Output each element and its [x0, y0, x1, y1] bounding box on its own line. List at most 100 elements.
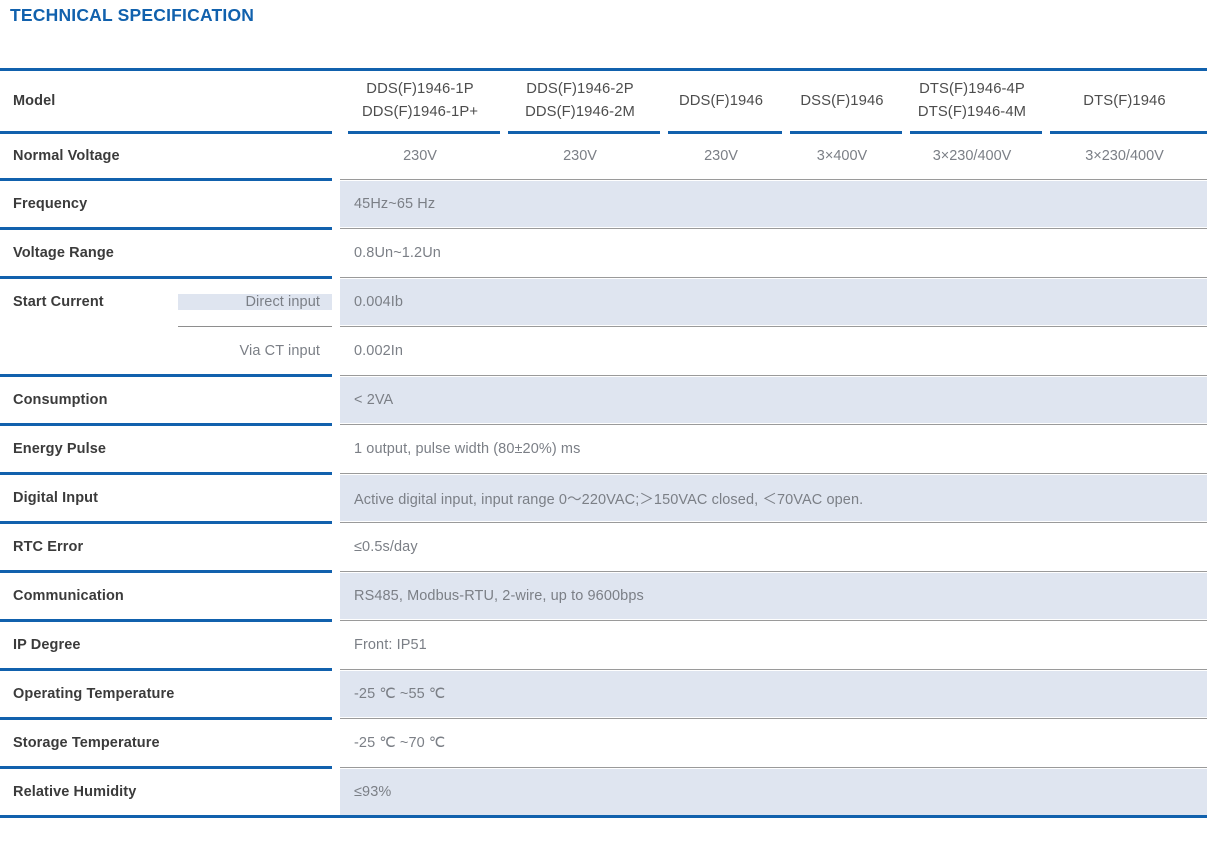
- row-value-operating-temperature: -25 ℃ ~55 ℃: [340, 671, 1207, 717]
- row-label-text: IP Degree: [13, 637, 81, 653]
- row-value-frequency: 45Hz~65 Hz: [340, 181, 1207, 227]
- rule-segment-value: [340, 179, 1207, 180]
- table-row-digital-input: Digital Input Active digital input, inpu…: [0, 475, 1207, 521]
- rule-segment-value: [340, 718, 1207, 719]
- table-row-start-current-ct: Via CT input 0.002In: [0, 328, 1207, 374]
- row-label-storage-temperature: Storage Temperature: [0, 720, 332, 766]
- rule-segment-value: [340, 326, 1207, 327]
- row-label-text: Energy Pulse: [13, 441, 107, 457]
- rule-gap-label-main: [0, 325, 178, 326]
- voltage-column-4: 3×400V: [816, 148, 868, 164]
- page-title: TECHNICAL SPECIFICATION: [10, 5, 255, 25]
- model-column-6: DTS(F)1946: [1042, 71, 1207, 131]
- table-row-communication: Communication RS485, Modbus-RTU, 2-wire,…: [0, 573, 1207, 619]
- voltage-column-5: 3×230/400V: [932, 148, 1012, 164]
- sub-label-direct-input: Direct input: [178, 294, 332, 310]
- row-value-ip-degree: Front: IP51: [354, 637, 427, 653]
- rule-segment-value: [340, 375, 1207, 376]
- model-column-4: DSS(F)1946: [782, 71, 902, 131]
- model-line-1: DTS(F)1946-4P: [919, 81, 1025, 97]
- row-label-start-current: Start Current Direct input: [0, 279, 332, 325]
- model-line-2: DDS(F)1946-1P+: [361, 104, 479, 120]
- model-column-2: DDS(F)1946-2P DDS(F)1946-2M: [500, 71, 660, 131]
- row-label-text: Voltage Range: [13, 245, 114, 261]
- model-line-1: DTS(F)1946: [1083, 92, 1166, 109]
- model-line-2: DTS(F)1946-4M: [917, 104, 1027, 120]
- row-label-text: Frequency: [13, 196, 88, 212]
- table-row-start-current-direct: Start Current Direct input 0.004Ib: [0, 279, 1207, 325]
- row-label-model: Model: [0, 71, 332, 131]
- table-row-relative-humidity: Relative Humidity ≤93%: [0, 769, 1207, 815]
- row-label-rtc-error: RTC Error: [0, 524, 332, 570]
- row-label-text: RTC Error: [13, 539, 84, 555]
- row-label-text: Consumption: [13, 392, 108, 408]
- table-bottom-rule: [0, 815, 1207, 818]
- row-label-digital-input: Digital Input: [0, 475, 332, 521]
- voltage-column-3: 230V: [704, 148, 738, 164]
- voltage-column-2: 230V: [563, 148, 597, 164]
- row-label-energy-pulse: Energy Pulse: [0, 426, 332, 472]
- row-label-text: Operating Temperature: [13, 686, 175, 702]
- row-label-frequency: Frequency: [0, 181, 332, 227]
- row-label-operating-temperature: Operating Temperature: [0, 671, 332, 717]
- model-header-cells: DDS(F)1946-1P DDS(F)1946-1P+ DDS(F)1946-…: [340, 71, 1207, 131]
- rule-segment-value: [340, 473, 1207, 474]
- voltage-column-1: 230V: [403, 148, 437, 164]
- table-row-ip-degree: IP Degree Front: IP51: [0, 622, 1207, 668]
- rule-segment-value: [340, 669, 1207, 670]
- row-label-text: Digital Input: [13, 490, 99, 506]
- rule-segment-value: [340, 571, 1207, 572]
- row-label-start-current-text: Start Current: [0, 294, 178, 310]
- row-label-consumption: Consumption: [0, 377, 332, 423]
- row-value-storage-temperature: -25 ℃ ~70 ℃: [354, 735, 446, 751]
- row-value-relative-humidity: ≤93%: [340, 769, 1207, 815]
- model-column-5: DTS(F)1946-4P DTS(F)1946-4M: [902, 71, 1042, 131]
- row-label-text: Communication: [13, 588, 124, 604]
- row-label-text: Relative Humidity: [13, 784, 137, 800]
- row-label-start-current-continued: Via CT input: [0, 328, 332, 374]
- table-row-voltage-range: Voltage Range 0.8Un~1.2Un: [0, 230, 1207, 276]
- rule-segment-value: [340, 522, 1207, 523]
- row-label-text: Model: [13, 93, 56, 109]
- row-label-ip-degree: IP Degree: [0, 622, 332, 668]
- table-row-storage-temperature: Storage Temperature -25 ℃ ~70 ℃: [0, 720, 1207, 766]
- rule-segment-sub: [178, 326, 332, 327]
- normal-voltage-cells: 230V 230V 230V 3×400V 3×230/400V 3×230/4…: [340, 134, 1207, 178]
- row-label-text: Storage Temperature: [13, 735, 160, 751]
- model-column-3: DDS(F)1946: [660, 71, 782, 131]
- table-row-operating-temperature: Operating Temperature -25 ℃ ~55 ℃: [0, 671, 1207, 717]
- table-row-model-header: Model DDS(F)1946-1P DDS(F)1946-1P+ DDS(F…: [0, 71, 1207, 131]
- rule-segment-value: [340, 767, 1207, 768]
- row-value-energy-pulse: 1 output, pulse width (80±20%) ms: [354, 441, 581, 457]
- rule-segment-value: [340, 424, 1207, 425]
- table-row-consumption: Consumption < 2VA: [0, 377, 1207, 423]
- model-line-1: DDS(F)1946-2P: [526, 81, 634, 97]
- row-label-text: Start Current: [13, 294, 104, 310]
- row-label-text: Normal Voltage: [13, 148, 120, 164]
- table-row-frequency: Frequency 45Hz~65 Hz: [0, 181, 1207, 227]
- table-row-energy-pulse: Energy Pulse 1 output, pulse width (80±2…: [0, 426, 1207, 472]
- table-row-normal-voltage: Normal Voltage 230V 230V 230V 3×400V 3×2…: [0, 134, 1207, 178]
- row-label-voltage-range: Voltage Range: [0, 230, 332, 276]
- row-value-voltage-range: 0.8Un~1.2Un: [354, 245, 441, 261]
- model-line-1: DDS(F)1946: [678, 92, 764, 109]
- voltage-column-6: 3×230/400V: [1085, 148, 1164, 164]
- row-value-start-current-ct: 0.002In: [354, 343, 404, 359]
- model-line-1: DDS(F)1946-1P: [366, 81, 474, 97]
- row-label-normal-voltage: Normal Voltage: [0, 134, 332, 178]
- row-value-rtc-error: ≤0.5s/day: [354, 539, 418, 555]
- technical-specification-table: Model DDS(F)1946-1P DDS(F)1946-1P+ DDS(F…: [0, 68, 1207, 818]
- row-label-communication: Communication: [0, 573, 332, 619]
- model-column-1: DDS(F)1946-1P DDS(F)1946-1P+: [340, 71, 500, 131]
- row-value-digital-input: Active digital input, input range 0～220V…: [340, 475, 1207, 521]
- sub-label-via-ct-input: Via CT input: [239, 343, 320, 359]
- rule-segment-value: [340, 277, 1207, 278]
- row-value-communication: RS485, Modbus-RTU, 2-wire, up to 9600bps: [340, 573, 1207, 619]
- row-value-start-current-direct: 0.004Ib: [340, 279, 1207, 325]
- rule-segment-value: [340, 620, 1207, 621]
- model-line-2: DDS(F)1946-2M: [525, 104, 635, 120]
- rule-segment-value: [340, 228, 1207, 229]
- row-label-relative-humidity: Relative Humidity: [0, 769, 332, 815]
- row-value-consumption: < 2VA: [340, 377, 1207, 423]
- table-row-rtc-error: RTC Error ≤0.5s/day: [0, 524, 1207, 570]
